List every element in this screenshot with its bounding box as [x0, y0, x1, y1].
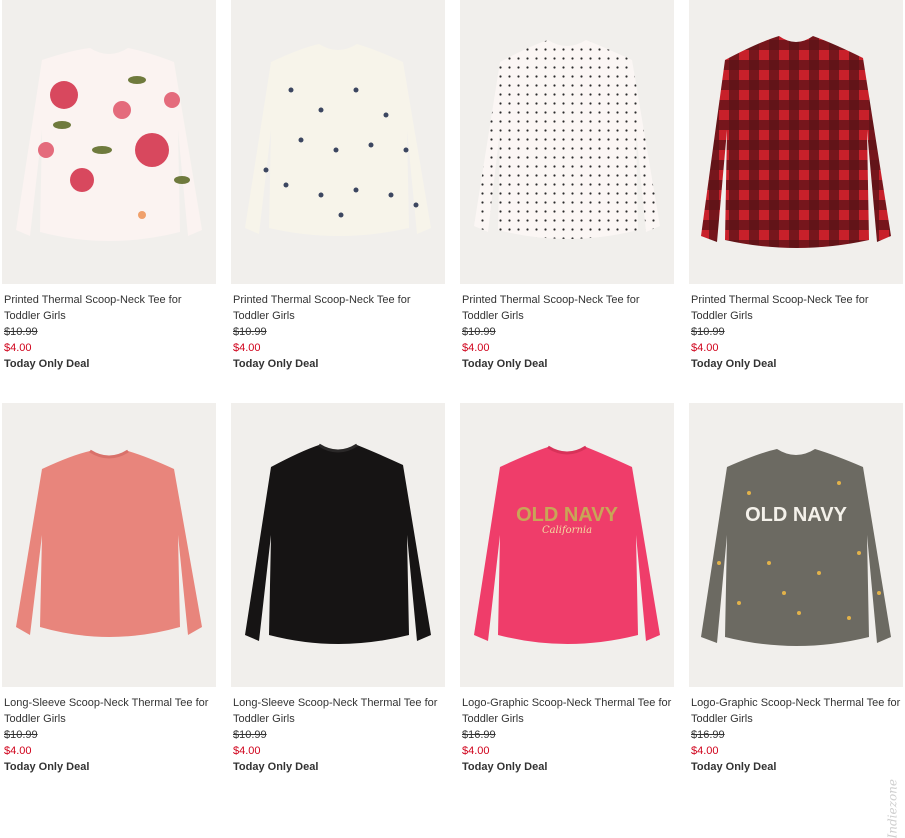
pink-solid-shirt-icon [16, 449, 202, 637]
product-title[interactable]: Printed Thermal Scoop-Neck Tee for Toddl… [4, 292, 218, 324]
product-image[interactable] [2, 403, 216, 687]
product-image[interactable] [689, 0, 903, 284]
product-title[interactable]: Long-Sleeve Scoop-Neck Thermal Tee for T… [4, 695, 218, 727]
logo-graphic: OLD NAVY [745, 504, 848, 526]
product-grid: Printed Thermal Scoop-Neck Tee for Toddl… [0, 0, 905, 789]
deal-badge: Today Only Deal [233, 358, 319, 370]
sale-price: $4.00 [462, 745, 490, 757]
logo-grey-stars-shirt-icon: OLD NAVY [701, 449, 891, 646]
product-image[interactable] [460, 0, 674, 284]
sale-price: $4.00 [691, 342, 719, 354]
sale-price: $4.00 [4, 745, 32, 757]
logo-subtext: California [542, 525, 592, 536]
deal-badge: Today Only Deal [691, 358, 777, 370]
polka-dot-shirt-icon [474, 40, 660, 239]
logo-pink-shirt-icon: OLD NAVY California [474, 445, 660, 644]
product-image[interactable]: OLD NAVY California [460, 403, 674, 687]
original-price: $16.99 [691, 729, 725, 741]
watermark-text: Indiezone [885, 779, 899, 838]
logo-graphic: OLD NAVY [516, 504, 619, 526]
deal-badge: Today Only Deal [691, 761, 777, 773]
original-price: $10.99 [233, 729, 267, 741]
product-title[interactable]: Printed Thermal Scoop-Neck Tee for Toddl… [233, 292, 447, 324]
sale-price: $4.00 [233, 745, 261, 757]
deal-badge: Today Only Deal [4, 761, 90, 773]
original-price: $10.99 [4, 729, 38, 741]
sale-price: $4.00 [233, 342, 261, 354]
deal-badge: Today Only Deal [462, 358, 548, 370]
product-title[interactable]: Printed Thermal Scoop-Neck Tee for Toddl… [462, 292, 676, 324]
product-title[interactable]: Printed Thermal Scoop-Neck Tee for Toddl… [691, 292, 905, 324]
buffalo-plaid-shirt-icon [701, 36, 891, 248]
deal-badge: Today Only Deal [233, 761, 319, 773]
product-title[interactable]: Long-Sleeve Scoop-Neck Thermal Tee for T… [233, 695, 447, 727]
product-image[interactable] [231, 403, 445, 687]
sale-price: $4.00 [462, 342, 490, 354]
original-price: $10.99 [462, 326, 496, 338]
product-image[interactable] [2, 0, 216, 284]
product-title[interactable]: Logo-Graphic Scoop-Neck Thermal Tee for … [462, 695, 676, 727]
floral-shirt-icon [16, 48, 202, 241]
original-price: $10.99 [691, 326, 725, 338]
sale-price: $4.00 [691, 745, 719, 757]
sale-price: $4.00 [4, 342, 32, 354]
deal-badge: Today Only Deal [4, 358, 90, 370]
product-image[interactable] [231, 0, 445, 284]
original-price: $10.99 [233, 326, 267, 338]
product-title[interactable]: Logo-Graphic Scoop-Neck Thermal Tee for … [691, 695, 905, 727]
black-solid-shirt-icon [245, 443, 431, 644]
ditsy-print-shirt-icon [245, 44, 431, 236]
deal-badge: Today Only Deal [462, 761, 548, 773]
original-price: $10.99 [4, 326, 38, 338]
original-price: $16.99 [462, 729, 496, 741]
product-image[interactable]: OLD NAVY [689, 403, 903, 687]
